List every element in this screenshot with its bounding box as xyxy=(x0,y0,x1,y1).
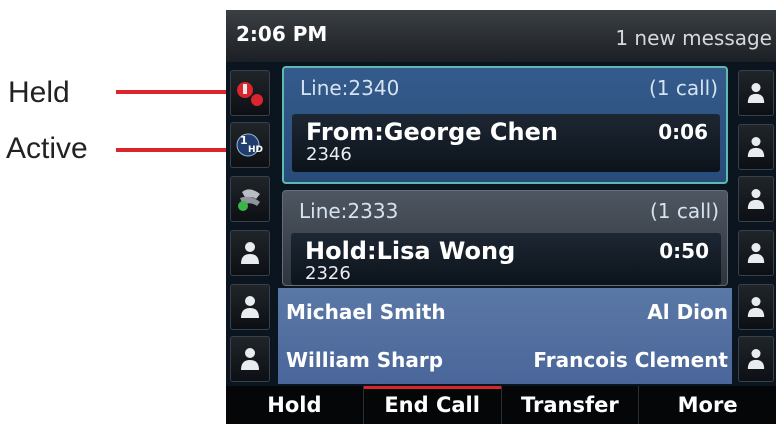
call-count: (1 call) xyxy=(649,199,719,223)
right-line-key-3[interactable] xyxy=(738,176,774,222)
line-label: Line:2340 xyxy=(300,76,400,100)
softkey-bar: Hold End Call Transfer More xyxy=(226,386,776,424)
held-line-key[interactable] xyxy=(230,70,270,116)
held-call-icon xyxy=(237,82,263,106)
status-time: 2:06 PM xyxy=(236,22,328,46)
contact-row: William Sharp Francois Clement xyxy=(278,336,732,384)
line-key-4[interactable] xyxy=(230,230,270,276)
call-details[interactable]: From:George Chen 2346 0:06 xyxy=(292,114,720,172)
caller-name: Hold:Lisa Wong xyxy=(305,237,516,265)
transfer-button[interactable]: Transfer xyxy=(502,386,640,424)
contact-icon xyxy=(747,349,765,369)
contact-icon xyxy=(747,297,765,317)
held-callout-label: Held xyxy=(8,76,70,109)
contact-list: Michael Smith Al Dion William Sharp Fran… xyxy=(278,288,732,384)
new-message-indicator[interactable]: 1 new message xyxy=(615,26,772,50)
contact-icon xyxy=(747,243,765,263)
caller-number: 2326 xyxy=(305,263,351,284)
contact-icon xyxy=(241,296,259,318)
right-line-key-4[interactable] xyxy=(738,230,774,276)
contact-francois-clement[interactable]: Francois Clement xyxy=(533,348,728,372)
active-call-panel[interactable]: Line:2340 (1 call) From:George Chen 2346… xyxy=(282,66,728,184)
hold-button[interactable]: Hold xyxy=(226,386,364,424)
contact-william-sharp[interactable]: William Sharp xyxy=(286,348,443,372)
held-call-panel[interactable]: Line:2333 (1 call) Hold:Lisa Wong 2326 0… xyxy=(282,190,728,286)
line-key-3[interactable] xyxy=(230,176,270,222)
line-key-icon xyxy=(238,189,260,211)
right-line-key-5[interactable] xyxy=(738,284,774,330)
active-callout-line xyxy=(116,148,236,152)
contact-icon xyxy=(241,242,259,264)
phone-screen: 2:06 PM 1 new message 1 HD Michael Smith… xyxy=(226,10,776,424)
active-callout-label: Active xyxy=(6,132,88,165)
caller-number: 2346 xyxy=(306,144,352,165)
line-label: Line:2333 xyxy=(299,199,399,223)
call-timer: 0:50 xyxy=(659,239,709,263)
call-details[interactable]: Hold:Lisa Wong 2326 0:50 xyxy=(291,233,721,285)
contact-icon xyxy=(747,189,765,209)
svg-text:HD: HD xyxy=(248,145,263,155)
right-line-key-6[interactable] xyxy=(738,336,774,382)
end-call-button[interactable]: End Call xyxy=(363,386,502,424)
svg-text:1: 1 xyxy=(240,134,248,147)
call-count: (1 call) xyxy=(648,76,718,100)
line-key-5[interactable] xyxy=(230,284,270,330)
status-bar: 2:06 PM 1 new message xyxy=(226,10,776,62)
right-line-key-2[interactable] xyxy=(738,124,774,170)
contact-icon xyxy=(241,348,259,370)
contact-icon xyxy=(747,137,765,157)
right-line-key-1[interactable] xyxy=(738,70,774,116)
contact-row: Michael Smith Al Dion xyxy=(278,288,732,336)
line-key-6[interactable] xyxy=(230,336,270,382)
call-timer: 0:06 xyxy=(658,120,708,144)
active-call-icon: 1 HD xyxy=(236,133,263,157)
held-callout-line xyxy=(116,90,236,94)
more-button[interactable]: More xyxy=(639,386,776,424)
contact-icon xyxy=(747,83,765,103)
active-line-key[interactable]: 1 HD xyxy=(230,122,270,168)
contact-al-dion[interactable]: Al Dion xyxy=(647,300,728,324)
contact-michael-smith[interactable]: Michael Smith xyxy=(286,300,446,324)
caller-name: From:George Chen xyxy=(306,118,558,146)
